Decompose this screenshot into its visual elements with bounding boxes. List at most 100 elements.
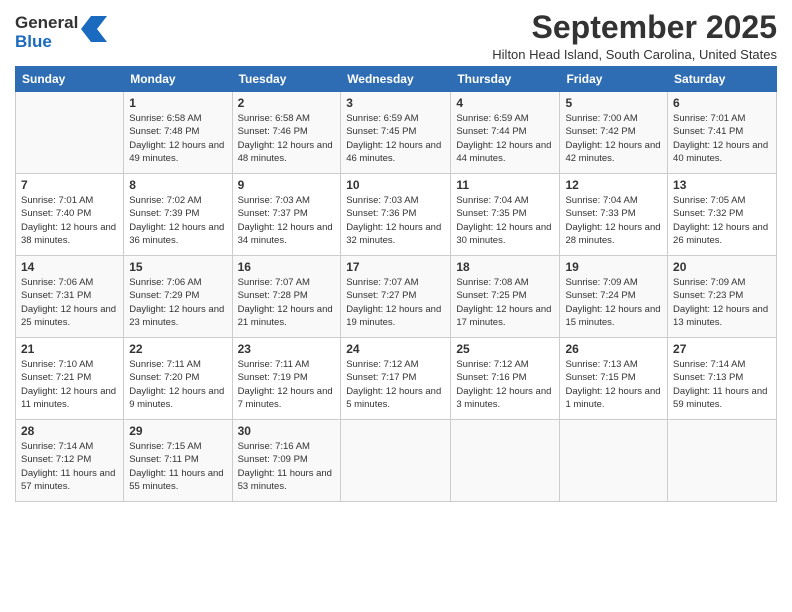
- day-info: Sunrise: 7:05 AMSunset: 7:32 PMDaylight:…: [673, 194, 771, 247]
- calendar-week-2: 7 Sunrise: 7:01 AMSunset: 7:40 PMDaylight…: [16, 174, 777, 256]
- calendar-cell: 15 Sunrise: 7:06 AMSunset: 7:29 PMDayligh…: [124, 256, 232, 338]
- calendar-cell: 24 Sunrise: 7:12 AMSunset: 7:17 PMDayligh…: [341, 338, 451, 420]
- day-info: Sunrise: 7:15 AMSunset: 7:11 PMDaylight:…: [129, 440, 226, 493]
- day-number: 14: [21, 260, 118, 274]
- calendar-cell: 29 Sunrise: 7:15 AMSunset: 7:11 PMDayligh…: [124, 420, 232, 502]
- day-info: Sunrise: 7:03 AMSunset: 7:36 PMDaylight:…: [346, 194, 445, 247]
- day-info: Sunrise: 7:04 AMSunset: 7:33 PMDaylight:…: [565, 194, 662, 247]
- calendar-cell: 10 Sunrise: 7:03 AMSunset: 7:36 PMDayligh…: [341, 174, 451, 256]
- day-info: Sunrise: 7:09 AMSunset: 7:24 PMDaylight:…: [565, 276, 662, 329]
- day-info: Sunrise: 7:09 AMSunset: 7:23 PMDaylight:…: [673, 276, 771, 329]
- day-number: 23: [238, 342, 336, 356]
- calendar-cell: 30Sunrise: 7:16 AMSunset: 7:09 PMDayligh…: [232, 420, 341, 502]
- day-number: 22: [129, 342, 226, 356]
- location: Hilton Head Island, South Carolina, Unit…: [492, 47, 777, 62]
- day-number: 15: [129, 260, 226, 274]
- calendar-cell: 4 Sunrise: 6:59 AMSunset: 7:44 PMDaylight…: [451, 92, 560, 174]
- calendar-cell: [16, 92, 124, 174]
- day-info: Sunrise: 7:06 AMSunset: 7:29 PMDaylight:…: [129, 276, 226, 329]
- day-number: 9: [238, 178, 336, 192]
- calendar-cell: 12Sunrise: 7:04 AMSunset: 7:33 PMDayligh…: [560, 174, 668, 256]
- day-number: 10: [346, 178, 445, 192]
- calendar-cell: 20 Sunrise: 7:09 AMSunset: 7:23 PMDayligh…: [668, 256, 777, 338]
- calendar-cell: 19Sunrise: 7:09 AMSunset: 7:24 PMDayligh…: [560, 256, 668, 338]
- calendar-cell: 1 Sunrise: 6:58 AMSunset: 7:48 PMDaylight…: [124, 92, 232, 174]
- day-info: Sunrise: 7:08 AMSunset: 7:25 PMDaylight:…: [456, 276, 554, 329]
- calendar-cell: 21Sunrise: 7:10 AMSunset: 7:21 PMDayligh…: [16, 338, 124, 420]
- logo-blue: Blue: [15, 33, 78, 52]
- day-number: 13: [673, 178, 771, 192]
- day-number: 6: [673, 96, 771, 110]
- month-year: September 2025: [492, 10, 777, 45]
- page: General Blue September 2025 Hilton Head …: [0, 0, 792, 612]
- calendar-cell: 17 Sunrise: 7:07 AMSunset: 7:27 PMDayligh…: [341, 256, 451, 338]
- day-number: 7: [21, 178, 118, 192]
- calendar-table: SundayMondayTuesdayWednesdayThursdayFrid…: [15, 66, 777, 502]
- day-info: Sunrise: 7:10 AMSunset: 7:21 PMDaylight:…: [21, 358, 118, 411]
- calendar-cell: 26 Sunrise: 7:13 AMSunset: 7:15 PMDayligh…: [560, 338, 668, 420]
- day-number: 27: [673, 342, 771, 356]
- title-section: September 2025 Hilton Head Island, South…: [492, 10, 777, 62]
- day-info: Sunrise: 7:03 AMSunset: 7:37 PMDaylight:…: [238, 194, 336, 247]
- calendar-cell: 18 Sunrise: 7:08 AMSunset: 7:25 PMDayligh…: [451, 256, 560, 338]
- day-info: Sunrise: 7:07 AMSunset: 7:27 PMDaylight:…: [346, 276, 445, 329]
- day-info: Sunrise: 6:59 AMSunset: 7:44 PMDaylight:…: [456, 112, 554, 165]
- day-info: Sunrise: 7:14 AMSunset: 7:13 PMDaylight:…: [673, 358, 771, 411]
- day-number: 3: [346, 96, 445, 110]
- day-number: 16: [238, 260, 336, 274]
- day-info: Sunrise: 7:13 AMSunset: 7:15 PMDaylight:…: [565, 358, 662, 411]
- calendar-cell: 5Sunrise: 7:00 AMSunset: 7:42 PMDaylight…: [560, 92, 668, 174]
- calendar-cell: 14Sunrise: 7:06 AMSunset: 7:31 PMDayligh…: [16, 256, 124, 338]
- day-number: 20: [673, 260, 771, 274]
- day-number: 8: [129, 178, 226, 192]
- day-number: 11: [456, 178, 554, 192]
- day-info: Sunrise: 7:11 AMSunset: 7:19 PMDaylight:…: [238, 358, 336, 411]
- calendar-cell: 11Sunrise: 7:04 AMSunset: 7:35 PMDayligh…: [451, 174, 560, 256]
- calendar-cell: 25 Sunrise: 7:12 AMSunset: 7:16 PMDayligh…: [451, 338, 560, 420]
- calendar-header-row: SundayMondayTuesdayWednesdayThursdayFrid…: [16, 67, 777, 92]
- day-info: Sunrise: 7:01 AMSunset: 7:41 PMDaylight:…: [673, 112, 771, 165]
- calendar-cell: 3 Sunrise: 6:59 AMSunset: 7:45 PMDaylight…: [341, 92, 451, 174]
- calendar-cell: 28Sunrise: 7:14 AMSunset: 7:12 PMDayligh…: [16, 420, 124, 502]
- calendar-cell: [451, 420, 560, 502]
- day-number: 1: [129, 96, 226, 110]
- day-header-sunday: Sunday: [16, 67, 124, 92]
- day-info: Sunrise: 6:59 AMSunset: 7:45 PMDaylight:…: [346, 112, 445, 165]
- calendar-cell: 8Sunrise: 7:02 AMSunset: 7:39 PMDaylight…: [124, 174, 232, 256]
- logo-general: General: [15, 14, 78, 33]
- calendar-cell: 2 Sunrise: 6:58 AMSunset: 7:46 PMDaylight…: [232, 92, 341, 174]
- day-info: Sunrise: 7:07 AMSunset: 7:28 PMDaylight:…: [238, 276, 336, 329]
- day-number: 29: [129, 424, 226, 438]
- day-number: 2: [238, 96, 336, 110]
- day-number: 25: [456, 342, 554, 356]
- day-header-friday: Friday: [560, 67, 668, 92]
- day-info: Sunrise: 6:58 AMSunset: 7:48 PMDaylight:…: [129, 112, 226, 165]
- day-header-saturday: Saturday: [668, 67, 777, 92]
- day-info: Sunrise: 7:12 AMSunset: 7:17 PMDaylight:…: [346, 358, 445, 411]
- day-info: Sunrise: 7:01 AMSunset: 7:40 PMDaylight:…: [21, 194, 118, 247]
- day-number: 5: [565, 96, 662, 110]
- day-number: 17: [346, 260, 445, 274]
- header: General Blue September 2025 Hilton Head …: [15, 10, 777, 62]
- calendar-cell: [341, 420, 451, 502]
- day-info: Sunrise: 7:14 AMSunset: 7:12 PMDaylight:…: [21, 440, 118, 493]
- calendar-cell: 16 Sunrise: 7:07 AMSunset: 7:28 PMDayligh…: [232, 256, 341, 338]
- day-number: 26: [565, 342, 662, 356]
- day-info: Sunrise: 6:58 AMSunset: 7:46 PMDaylight:…: [238, 112, 336, 165]
- day-info: Sunrise: 7:12 AMSunset: 7:16 PMDaylight:…: [456, 358, 554, 411]
- calendar-cell: 22Sunrise: 7:11 AMSunset: 7:20 PMDayligh…: [124, 338, 232, 420]
- day-header-monday: Monday: [124, 67, 232, 92]
- day-number: 18: [456, 260, 554, 274]
- logo: General Blue: [15, 14, 107, 51]
- day-number: 4: [456, 96, 554, 110]
- calendar-week-3: 14Sunrise: 7:06 AMSunset: 7:31 PMDayligh…: [16, 256, 777, 338]
- calendar-week-1: 1 Sunrise: 6:58 AMSunset: 7:48 PMDaylight…: [16, 92, 777, 174]
- day-number: 24: [346, 342, 445, 356]
- calendar-cell: 9 Sunrise: 7:03 AMSunset: 7:37 PMDaylight…: [232, 174, 341, 256]
- logo-icon: [81, 16, 107, 42]
- day-header-tuesday: Tuesday: [232, 67, 341, 92]
- day-number: 30: [238, 424, 336, 438]
- calendar-cell: [668, 420, 777, 502]
- calendar-cell: 27 Sunrise: 7:14 AMSunset: 7:13 PMDayligh…: [668, 338, 777, 420]
- calendar-cell: [560, 420, 668, 502]
